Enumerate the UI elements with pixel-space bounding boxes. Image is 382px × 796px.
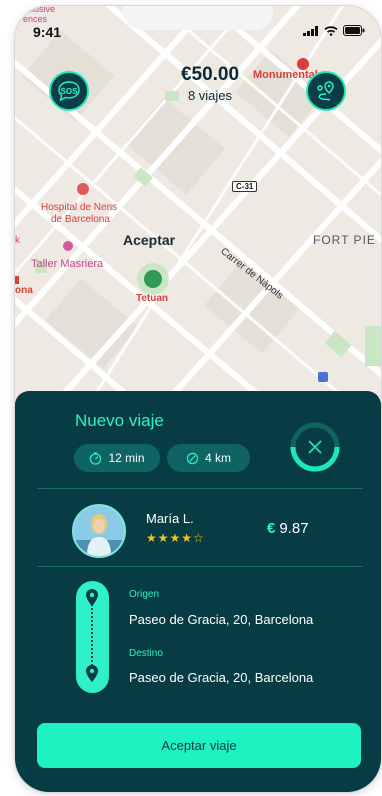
- duration-value: 12 min: [108, 451, 145, 465]
- divider-top: [37, 488, 363, 489]
- map-label-exclusive: xclusive ences: [23, 6, 56, 24]
- signal-icon: [303, 25, 318, 36]
- route-pin-icon: [317, 81, 334, 101]
- fare-amount: €50.00: [180, 64, 240, 85]
- divider-bottom: [37, 566, 363, 567]
- trips-count: 8 viajes: [187, 88, 233, 103]
- destination-pin-icon: [86, 665, 98, 682]
- ride-request-sheet: Nuevo viaje 12 min 4 km María L. ★★★★☆ €…: [15, 391, 381, 792]
- status-time: 9:41: [33, 24, 62, 40]
- destination-label: Destino: [129, 648, 163, 659]
- wifi-icon: [324, 25, 338, 36]
- accept-ride-button[interactable]: Aceptar viaje: [37, 723, 361, 768]
- distance-chip: 4 km: [167, 444, 250, 472]
- ride-title: Nuevo viaje: [75, 411, 164, 430]
- origin-label: Origen: [129, 589, 160, 600]
- distance-value: 4 km: [204, 451, 231, 465]
- map-label-aceptar: Aceptar: [123, 232, 176, 248]
- destination-address: Paseo de Gracia, 20, Barcelona: [129, 670, 314, 685]
- map-label-taller: Taller Masriera: [31, 258, 104, 270]
- fare-summary: €50.00 8 viajes: [145, 64, 275, 103]
- road-badge: C-31: [232, 181, 258, 192]
- sos-button[interactable]: SOS: [49, 71, 89, 111]
- driver-name: María L.: [146, 511, 194, 526]
- route-menu-button[interactable]: [306, 71, 346, 111]
- sos-label: SOS: [60, 87, 78, 96]
- map-label-hospital-line2: de Barcelona: [51, 214, 110, 225]
- origin-address: Paseo de Gracia, 20, Barcelona: [129, 612, 314, 627]
- map-label-k: k: [15, 235, 20, 246]
- driver-rating: ★★★★☆: [146, 531, 205, 545]
- timer-close-button[interactable]: [289, 421, 341, 473]
- route-dotted-line: [91, 604, 93, 666]
- notch: [123, 6, 273, 30]
- close-icon: [308, 440, 322, 454]
- distance-icon: [186, 452, 199, 464]
- map-label-hospital-line1: Hospital de Nens: [41, 202, 118, 213]
- price-value: 9.87: [279, 520, 309, 537]
- battery-icon: [343, 25, 365, 36]
- map-label-tetuan: Tetuan: [136, 293, 169, 304]
- map-label-fort-pie: FORT PIE: [313, 233, 376, 247]
- ride-price: €9.87: [267, 520, 309, 537]
- currency-symbol: €: [267, 520, 276, 537]
- map-label-ona: ona: [15, 285, 33, 296]
- duration-chip: 12 min: [74, 444, 160, 472]
- timer-icon: [90, 451, 102, 465]
- driver-avatar: [72, 504, 126, 558]
- status-icons: [303, 25, 365, 36]
- phone-frame: xclusive ences Monumental Hospital de Ne…: [15, 6, 381, 792]
- driver-photo-icon: [74, 506, 124, 556]
